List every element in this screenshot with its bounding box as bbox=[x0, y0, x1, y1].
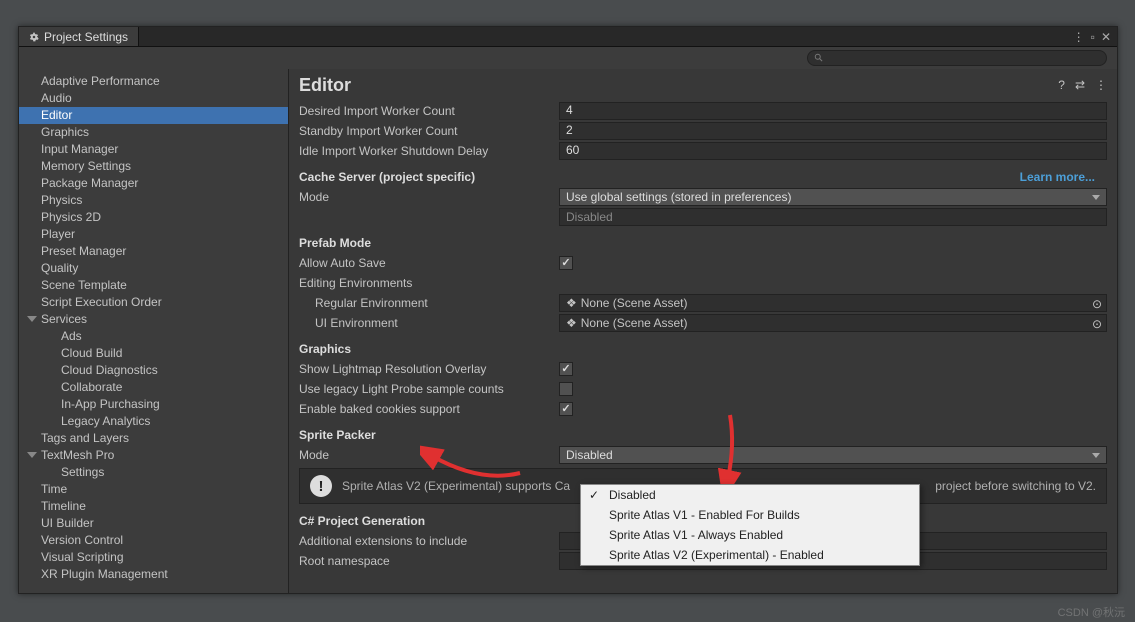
sidebar-item-quality[interactable]: Quality bbox=[19, 260, 288, 277]
sidebar-item-physics[interactable]: Physics bbox=[19, 192, 288, 209]
help-icon[interactable]: ? bbox=[1058, 78, 1065, 92]
window-maximize-icon[interactable]: ▫ bbox=[1091, 30, 1095, 44]
picker-icon[interactable]: ⊙ bbox=[1092, 317, 1102, 331]
gear-icon bbox=[29, 32, 39, 42]
link-learn-more[interactable]: Learn more... bbox=[1020, 170, 1095, 184]
object-field-regular-env[interactable]: ❖None (Scene Asset)⊙ bbox=[559, 294, 1107, 312]
label-desired-import: Desired Import Worker Count bbox=[299, 104, 559, 118]
sidebar-item-version-control[interactable]: Version Control bbox=[19, 532, 288, 549]
sidebar-item-visual-scripting[interactable]: Visual Scripting bbox=[19, 549, 288, 566]
header-prefab-mode: Prefab Mode bbox=[299, 236, 1107, 250]
checkbox-show-lightmap[interactable] bbox=[559, 362, 573, 376]
sidebar-item-legacy-analytics[interactable]: Legacy Analytics bbox=[19, 413, 288, 430]
checkbox-baked-cookies[interactable] bbox=[559, 402, 573, 416]
picker-icon[interactable]: ⊙ bbox=[1092, 297, 1102, 311]
sidebar-item-preset-manager[interactable]: Preset Manager bbox=[19, 243, 288, 260]
sidebar-item-player[interactable]: Player bbox=[19, 226, 288, 243]
label-sprite-mode: Mode bbox=[299, 448, 559, 462]
popup-item[interactable]: Disabled bbox=[581, 485, 919, 505]
window-close-icon[interactable]: ✕ bbox=[1101, 30, 1111, 44]
sidebar-item-editor[interactable]: Editor bbox=[19, 107, 288, 124]
sidebar-item-settings[interactable]: Settings bbox=[19, 464, 288, 481]
sidebar-item-collaborate[interactable]: Collaborate bbox=[19, 379, 288, 396]
presets-icon[interactable]: ⇄ bbox=[1075, 78, 1085, 92]
project-settings-window: Project Settings ⋮ ▫ ✕ Adaptive Performa… bbox=[18, 26, 1118, 594]
popup-item[interactable]: Sprite Atlas V1 - Always Enabled bbox=[581, 525, 919, 545]
cache-server-status: Disabled bbox=[559, 208, 1107, 226]
sidebar-item-timeline[interactable]: Timeline bbox=[19, 498, 288, 515]
checkbox-allow-auto-save[interactable] bbox=[559, 256, 573, 270]
sidebar-item-tags-and-layers[interactable]: Tags and Layers bbox=[19, 430, 288, 447]
sidebar-item-textmesh-pro[interactable]: TextMesh Pro bbox=[19, 447, 288, 464]
page-title: Editor bbox=[299, 75, 351, 96]
label-legacy-light: Use legacy Light Probe sample counts bbox=[299, 382, 559, 396]
sidebar-item-script-execution-order[interactable]: Script Execution Order bbox=[19, 294, 288, 311]
popup-item[interactable]: Sprite Atlas V1 - Enabled For Builds bbox=[581, 505, 919, 525]
checkbox-legacy-light[interactable] bbox=[559, 382, 573, 396]
main-area: Adaptive PerformanceAudioEditorGraphicsI… bbox=[19, 69, 1117, 593]
sidebar-item-in-app-purchasing[interactable]: In-App Purchasing bbox=[19, 396, 288, 413]
sidebar: Adaptive PerformanceAudioEditorGraphicsI… bbox=[19, 69, 289, 593]
tab-project-settings[interactable]: Project Settings bbox=[19, 27, 139, 46]
header-cache-server: Cache Server (project specific) bbox=[299, 170, 475, 184]
label-cache-mode: Mode bbox=[299, 190, 559, 204]
header-graphics: Graphics bbox=[299, 342, 1107, 356]
watermark: CSDN @秋沅 bbox=[1058, 604, 1125, 620]
cube-icon: ❖ bbox=[566, 316, 577, 330]
search-icon bbox=[814, 53, 824, 63]
label-idle-import: Idle Import Worker Shutdown Delay bbox=[299, 144, 559, 158]
menu-icon[interactable]: ⋮ bbox=[1095, 78, 1107, 92]
object-field-ui-env[interactable]: ❖None (Scene Asset)⊙ bbox=[559, 314, 1107, 332]
search-input[interactable] bbox=[807, 50, 1107, 66]
info-icon: ! bbox=[310, 475, 332, 497]
sidebar-item-adaptive-performance[interactable]: Adaptive Performance bbox=[19, 73, 288, 90]
label-editing-env: Editing Environments bbox=[299, 276, 559, 290]
label-allow-auto-save: Allow Auto Save bbox=[299, 256, 559, 270]
sidebar-item-cloud-build[interactable]: Cloud Build bbox=[19, 345, 288, 362]
header-sprite-packer: Sprite Packer bbox=[299, 428, 1107, 442]
input-standby-import[interactable]: 2 bbox=[559, 122, 1107, 140]
tab-title: Project Settings bbox=[44, 30, 128, 44]
label-standby-import: Standby Import Worker Count bbox=[299, 124, 559, 138]
window-controls: ⋮ ▫ ✕ bbox=[1073, 27, 1117, 46]
sidebar-item-services[interactable]: Services bbox=[19, 311, 288, 328]
window-menu-icon[interactable]: ⋮ bbox=[1073, 30, 1085, 44]
sidebar-item-audio[interactable]: Audio bbox=[19, 90, 288, 107]
input-idle-import[interactable]: 60 bbox=[559, 142, 1107, 160]
input-desired-import[interactable]: 4 bbox=[559, 102, 1107, 120]
sidebar-item-graphics[interactable]: Graphics bbox=[19, 124, 288, 141]
sidebar-item-cloud-diagnostics[interactable]: Cloud Diagnostics bbox=[19, 362, 288, 379]
label-show-lightmap: Show Lightmap Resolution Overlay bbox=[299, 362, 559, 376]
cube-icon: ❖ bbox=[566, 296, 577, 310]
label-root-namespace: Root namespace bbox=[299, 554, 559, 568]
sidebar-item-xr-plugin-management[interactable]: XR Plugin Management bbox=[19, 566, 288, 583]
label-regular-env: Regular Environment bbox=[299, 296, 559, 310]
dropdown-popup-sprite-mode: DisabledSprite Atlas V1 - Enabled For Bu… bbox=[580, 484, 920, 566]
label-baked-cookies: Enable baked cookies support bbox=[299, 402, 559, 416]
toolbar bbox=[19, 47, 1117, 69]
label-ui-env: UI Environment bbox=[299, 316, 559, 330]
sidebar-item-input-manager[interactable]: Input Manager bbox=[19, 141, 288, 158]
sidebar-item-time[interactable]: Time bbox=[19, 481, 288, 498]
sidebar-item-ui-builder[interactable]: UI Builder bbox=[19, 515, 288, 532]
dropdown-cache-mode[interactable]: Use global settings (stored in preferenc… bbox=[559, 188, 1107, 206]
sidebar-item-scene-template[interactable]: Scene Template bbox=[19, 277, 288, 294]
label-additional-ext: Additional extensions to include bbox=[299, 534, 559, 548]
sidebar-item-ads[interactable]: Ads bbox=[19, 328, 288, 345]
popup-item[interactable]: Sprite Atlas V2 (Experimental) - Enabled bbox=[581, 545, 919, 565]
sidebar-item-package-manager[interactable]: Package Manager bbox=[19, 175, 288, 192]
tab-strip: Project Settings ⋮ ▫ ✕ bbox=[19, 27, 1117, 47]
sidebar-item-memory-settings[interactable]: Memory Settings bbox=[19, 158, 288, 175]
dropdown-sprite-mode[interactable]: Disabled bbox=[559, 446, 1107, 464]
sidebar-item-physics-2d[interactable]: Physics 2D bbox=[19, 209, 288, 226]
